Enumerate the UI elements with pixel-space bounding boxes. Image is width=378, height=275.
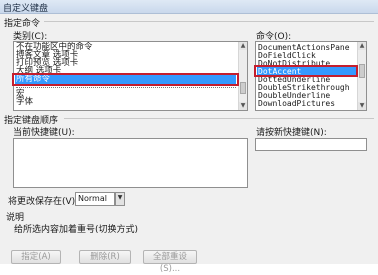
window-title: 自定义键盘 [3, 4, 49, 14]
scroll-down-icon[interactable]: ▼ [239, 102, 247, 110]
customize-keyboard-dialog: 指定命令 类别(C): 命令(O): 不在功能区中的命令 搏客文章 选项卡 打印… [0, 14, 378, 274]
new-key-input[interactable] [255, 138, 367, 151]
section-divider [64, 118, 374, 119]
title-bar: 自定义键盘 [0, 0, 378, 14]
categories-scrollbar[interactable]: ▲ ▼ [238, 42, 247, 110]
chevron-down-icon[interactable]: ▼ [115, 192, 125, 206]
assign-button[interactable]: 指定(A) [11, 250, 61, 264]
commands-scrollbar[interactable]: ▲ ▼ [357, 42, 366, 110]
scroll-thumb[interactable] [240, 82, 246, 94]
category-item[interactable]: 字体 [16, 98, 33, 107]
reset-all-button[interactable]: 全部重设(S)... [143, 250, 197, 274]
annotation-highlight-box [12, 73, 239, 86]
scroll-up-icon[interactable]: ▲ [358, 42, 366, 50]
scroll-thumb[interactable] [359, 64, 365, 78]
section-divider [44, 21, 374, 22]
annotation-highlight-box [254, 65, 358, 77]
current-keys-listbox[interactable] [13, 138, 248, 188]
current-keys-label: 当前快捷键(U): [13, 128, 75, 138]
save-in-select[interactable]: Normal [75, 192, 115, 206]
scroll-down-icon[interactable]: ▼ [358, 102, 366, 110]
new-key-label: 请按新快捷键(N): [256, 128, 327, 138]
remove-button[interactable]: 删除(R) [79, 250, 131, 264]
command-item[interactable]: DownloadPictures [258, 99, 335, 108]
list-separator [16, 87, 236, 88]
assign-command-section-title: 指定命令 [4, 19, 41, 29]
scroll-up-icon[interactable]: ▲ [239, 42, 247, 50]
save-in-label: 将更改保存在(V): [8, 197, 79, 207]
description-text: 给所选内容加着重号(切换方式) [14, 225, 139, 235]
